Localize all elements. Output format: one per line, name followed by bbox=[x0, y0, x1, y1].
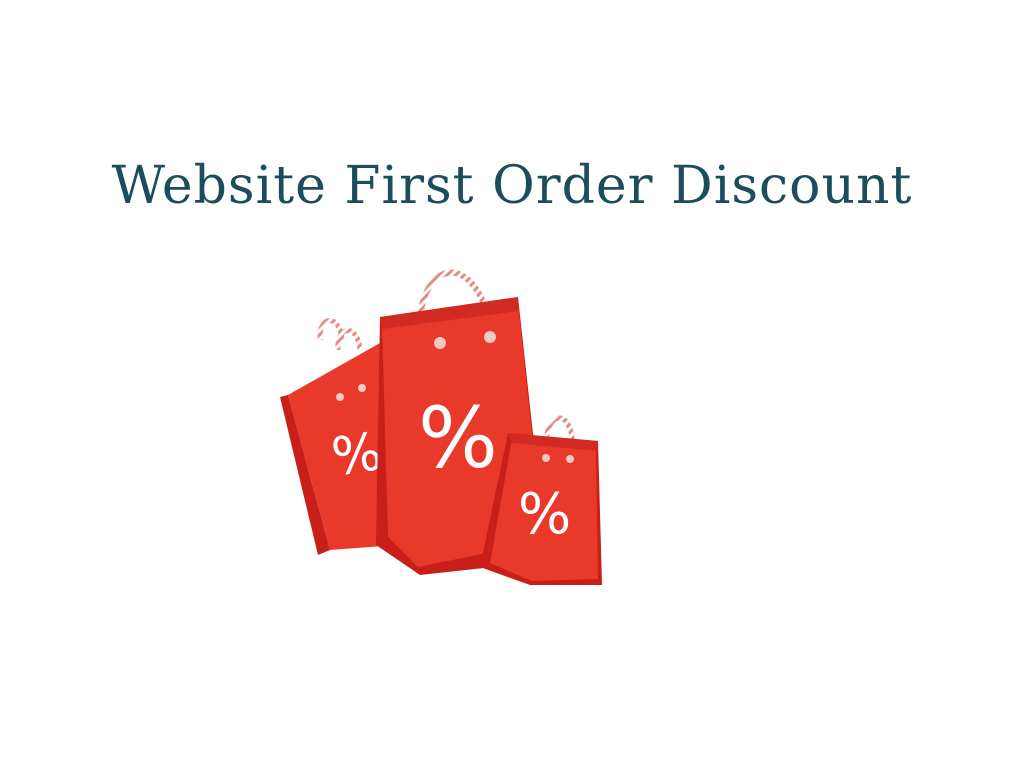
promo-page: Website First Order Discount % % % bbox=[0, 0, 1024, 768]
shopping-bags-illustration: % % % bbox=[280, 269, 602, 585]
percent-icon: % bbox=[418, 389, 498, 487]
percent-icon: % bbox=[518, 482, 571, 547]
percent-icon: % bbox=[328, 422, 385, 488]
page-title: Website First Order Discount bbox=[111, 156, 913, 216]
